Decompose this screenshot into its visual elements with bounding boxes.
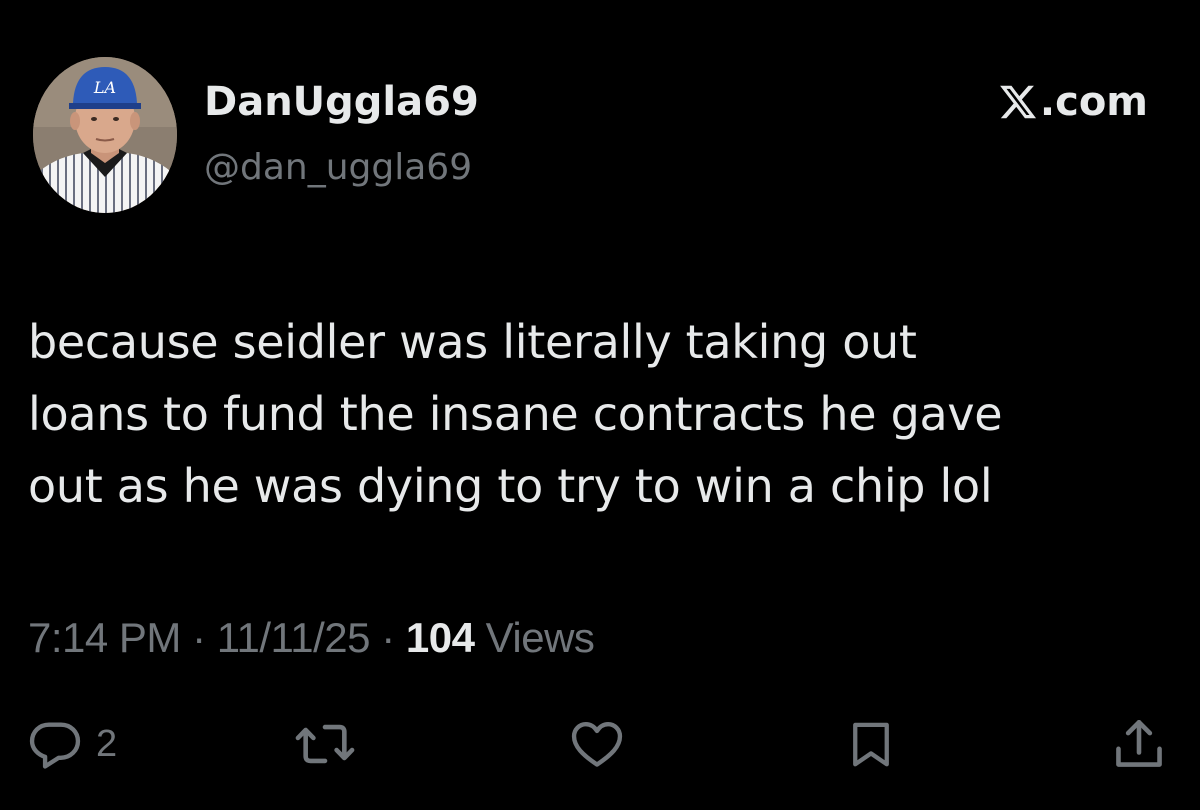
x-logo-icon — [1000, 85, 1036, 119]
share-icon — [1116, 719, 1162, 767]
user-handle[interactable]: @dan_uggla69 — [204, 146, 472, 190]
share-button[interactable] — [1110, 712, 1168, 776]
retweet-icon — [295, 724, 355, 764]
tweet-line: because seidler was literally taking out — [28, 315, 917, 369]
action-bar: 2 — [0, 712, 1200, 776]
like-icon — [571, 722, 623, 767]
reply-count: 2 — [96, 722, 118, 765]
source-label: .com — [998, 76, 1148, 128]
tweet-text: because seidler was literally taking out… — [28, 306, 1168, 522]
bookmark-button[interactable] — [844, 712, 898, 776]
display-name[interactable]: DanUggla69 — [204, 78, 479, 126]
cap-logo: LA — [93, 78, 116, 97]
tweet-line: loans to fund the insane contracts he ga… — [28, 387, 1003, 441]
meta-separator: · — [192, 614, 206, 661]
source-domain: .com — [1039, 79, 1148, 125]
like-button[interactable] — [566, 712, 628, 776]
avatar[interactable]: LA — [33, 57, 177, 213]
reply-button[interactable]: 2 — [26, 712, 117, 776]
tweet-line: out as he was dying to try to win a chip… — [28, 459, 993, 513]
meta-separator: · — [381, 614, 395, 661]
views-count: 104 — [405, 614, 475, 661]
reply-icon — [29, 722, 81, 769]
tweet-date[interactable]: 11/11/25 — [217, 614, 371, 661]
bookmark-icon — [853, 722, 889, 767]
tweet-time[interactable]: 7:14 PM — [28, 614, 181, 661]
tweet-card: LA DanUggla69 @dan_uggla69 .com because … — [0, 0, 1200, 810]
profile-photo-icon: LA — [33, 57, 177, 213]
tweet-meta: 7:14 PM · 11/11/25 · 104 Views — [28, 612, 595, 664]
retweet-button[interactable] — [292, 712, 358, 776]
views-label: Views — [485, 614, 595, 661]
